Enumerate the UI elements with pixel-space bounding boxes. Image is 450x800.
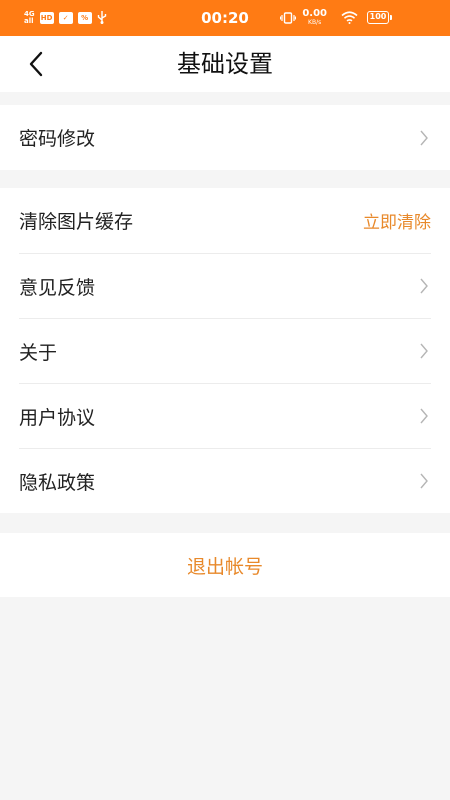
settings-item-feedback[interactable]: 意见反馈 — [19, 253, 431, 318]
settings-item-clear-cache[interactable]: 清除图片缓存 立即清除 — [19, 188, 431, 253]
settings-item-label: 意见反馈 — [19, 276, 96, 299]
chevron-right-icon — [419, 276, 431, 296]
chevron-right-icon — [419, 341, 431, 361]
settings-item-label: 用户协议 — [19, 406, 96, 429]
status-bar: 4G all HD ✓ % 00:20 0.00 KB/s 100 — [0, 0, 450, 36]
settings-item-label: 密码修改 — [19, 128, 96, 150]
settings-item-privacy-policy[interactable]: 隐私政策 — [19, 448, 431, 513]
battery-icon: 100 — [367, 11, 392, 24]
logout-label: 退出帐号 — [186, 555, 263, 578]
settings-group-general: 清除图片缓存 立即清除 意见反馈 关于 用户协议 隐私政策 — [0, 188, 450, 513]
chevron-right-icon — [419, 406, 431, 426]
status-icons-right: 0.00 KB/s — [280, 8, 358, 28]
clear-now-button[interactable]: 立即清除 — [363, 208, 431, 233]
back-button[interactable] — [20, 48, 52, 80]
settings-item-change-password[interactable]: 密码修改 — [19, 105, 431, 170]
settings-item-about[interactable]: 关于 — [19, 318, 431, 383]
chevron-left-icon — [29, 51, 43, 77]
settings-item-label: 清除图片缓存 — [19, 211, 134, 233]
network-speed: 0.00 KB/s — [302, 8, 327, 27]
wifi-icon — [341, 9, 358, 28]
logout-button[interactable]: 退出帐号 — [0, 533, 450, 597]
settings-item-user-agreement[interactable]: 用户协议 — [19, 383, 431, 448]
chevron-right-icon — [419, 128, 431, 148]
settings-item-label: 隐私政策 — [19, 471, 96, 494]
chevron-right-icon — [419, 471, 431, 491]
nav-bar: 基础设置 — [0, 36, 450, 92]
vibrate-icon — [280, 9, 297, 28]
settings-group-account: 密码修改 — [0, 105, 450, 170]
settings-item-label: 关于 — [19, 341, 58, 364]
page-title: 基础设置 — [177, 50, 273, 78]
